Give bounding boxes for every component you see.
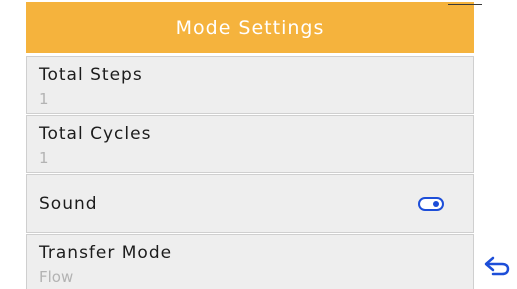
setting-total-cycles[interactable]: Total Cycles 1	[26, 115, 474, 173]
page-title-bar: Mode Settings	[26, 2, 474, 53]
setting-value-total-cycles: 1	[39, 149, 49, 167]
page-title: Mode Settings	[175, 16, 325, 39]
setting-value-transfer-mode: Flow	[39, 268, 74, 286]
back-arrow-icon	[484, 256, 510, 276]
setting-label-total-cycles: Total Cycles	[39, 124, 152, 144]
top-divider-line	[448, 4, 482, 5]
settings-panel: Mode Settings Total Steps 1 Total Cycles…	[26, 2, 474, 289]
setting-total-steps[interactable]: Total Steps 1	[26, 56, 474, 114]
back-button[interactable]	[480, 253, 514, 277]
setting-label-total-steps: Total Steps	[39, 65, 143, 85]
mode-settings-screen: Mode Settings Total Steps 1 Total Cycles…	[0, 0, 517, 289]
setting-label-sound: Sound	[39, 194, 98, 214]
toggle-knob-icon	[433, 201, 439, 207]
setting-transfer-mode[interactable]: Transfer Mode Flow	[26, 234, 474, 289]
setting-value-total-steps: 1	[39, 90, 49, 108]
setting-sound[interactable]: Sound	[26, 174, 474, 233]
setting-label-transfer-mode: Transfer Mode	[39, 243, 173, 263]
sound-toggle[interactable]	[418, 197, 444, 211]
